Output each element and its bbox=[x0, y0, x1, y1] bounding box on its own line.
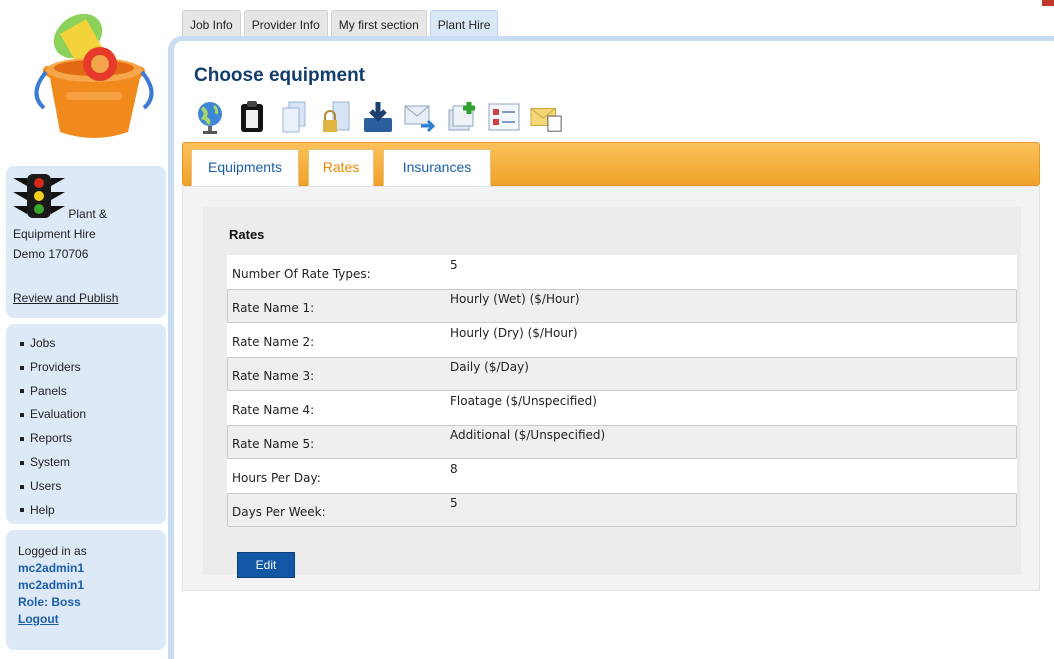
row-label: Rate Name 2: bbox=[232, 335, 315, 349]
tab-plant-hire[interactable]: Plant Hire bbox=[429, 10, 499, 38]
row-label: Rate Name 1: bbox=[232, 301, 315, 315]
tab-insurances[interactable]: Insurances bbox=[383, 149, 491, 187]
row-label: Number Of Rate Types: bbox=[232, 267, 371, 281]
row-value: Hourly (Dry) ($/Hour) bbox=[450, 326, 578, 340]
nav-item-system[interactable]: System bbox=[20, 451, 166, 475]
display-name: mc2admin1 bbox=[18, 578, 85, 592]
app-name-line2: Equipment Hire bbox=[13, 227, 96, 241]
row-label: Rate Name 5: bbox=[232, 437, 315, 451]
row-value: Additional ($/Unspecified) bbox=[450, 428, 606, 442]
rates-row-days-per-week: Days Per Week: 5 bbox=[227, 493, 1017, 527]
row-value: 5 bbox=[450, 496, 458, 510]
user-info-panel: Logged in as mc2admin1 mc2admin1 Role: B… bbox=[6, 530, 166, 650]
nav-item-help[interactable]: Help bbox=[20, 499, 166, 523]
main-nav: Jobs Providers Panels Evaluation Reports… bbox=[6, 324, 166, 524]
user-role: Role: Boss bbox=[18, 595, 81, 609]
document-lock-icon[interactable] bbox=[319, 99, 353, 135]
main-panel: Choose equipment Equipments Rates Insura… bbox=[168, 36, 1054, 659]
rates-heading: Rates bbox=[229, 227, 265, 242]
page-title: Choose equipment bbox=[194, 65, 366, 86]
nav-item-providers[interactable]: Providers bbox=[20, 356, 166, 380]
logged-in-label: Logged in as bbox=[18, 544, 87, 558]
app-info-panel: Plant & Equipment Hire Demo 170706 Revie… bbox=[6, 166, 166, 318]
tab-job-info[interactable]: Job Info bbox=[182, 10, 241, 38]
rates-row-rate-name-3: Rate Name 3: Daily ($/Day) bbox=[227, 357, 1017, 391]
nav-item-users[interactable]: Users bbox=[20, 475, 166, 499]
rates-row-rate-name-4: Rate Name 4: Floatage ($/Unspecified) bbox=[227, 391, 1017, 425]
nav-item-jobs[interactable]: Jobs bbox=[20, 332, 166, 356]
section-tabs: Job Info Provider Info My first section … bbox=[182, 10, 499, 38]
rates-row-rate-types: Number Of Rate Types: 5 bbox=[227, 255, 1017, 289]
app-logo bbox=[28, 4, 158, 144]
rates-content: Rates Number Of Rate Types: 5 Rate Name … bbox=[182, 186, 1040, 591]
row-value: Hourly (Wet) ($/Hour) bbox=[450, 292, 580, 306]
mail-forward-icon[interactable] bbox=[403, 99, 437, 135]
nav-item-evaluation[interactable]: Evaluation bbox=[20, 403, 166, 427]
row-value: 8 bbox=[450, 462, 458, 476]
row-value: 5 bbox=[450, 258, 458, 272]
download-icon[interactable] bbox=[361, 99, 395, 135]
row-value: Floatage ($/Unspecified) bbox=[450, 394, 597, 408]
review-and-publish-link[interactable]: Review and Publish bbox=[13, 291, 118, 305]
app-name-line1: Plant & bbox=[68, 207, 108, 221]
rates-row-rate-name-1: Rate Name 1: Hourly (Wet) ($/Hour) bbox=[227, 289, 1017, 323]
corner-marker bbox=[1042, 0, 1054, 6]
mail-document-icon[interactable] bbox=[529, 99, 563, 135]
rates-row-hours-per-day: Hours Per Day: 8 bbox=[227, 459, 1017, 493]
nav-item-panels[interactable]: Panels bbox=[20, 380, 166, 404]
traffic-light-icon bbox=[13, 174, 65, 224]
username: mc2admin1 bbox=[18, 561, 85, 575]
nav-item-reports[interactable]: Reports bbox=[20, 427, 166, 451]
app-name-line3: Demo 170706 bbox=[13, 247, 89, 261]
document-copy-icon[interactable] bbox=[277, 99, 311, 135]
rates-row-rate-name-2: Rate Name 2: Hourly (Dry) ($/Hour) bbox=[227, 323, 1017, 357]
globe-icon[interactable] bbox=[193, 99, 227, 135]
tab-equipments[interactable]: Equipments bbox=[191, 149, 299, 187]
clipboard-icon[interactable] bbox=[235, 99, 269, 135]
equipment-tab-bar: Equipments Rates Insurances bbox=[182, 142, 1040, 187]
logout-link[interactable]: Logout bbox=[18, 612, 59, 626]
row-label: Hours Per Day: bbox=[232, 471, 321, 485]
row-label: Rate Name 4: bbox=[232, 403, 315, 417]
row-label: Rate Name 3: bbox=[232, 369, 315, 383]
form-list-icon[interactable] bbox=[487, 99, 521, 135]
toolbar bbox=[193, 99, 563, 135]
edit-button[interactable]: Edit bbox=[237, 552, 295, 578]
row-value: Daily ($/Day) bbox=[450, 360, 529, 374]
app-name: Plant & Equipment Hire Demo 170706 bbox=[13, 174, 159, 264]
tab-provider-info[interactable]: Provider Info bbox=[243, 10, 328, 38]
add-copy-icon[interactable] bbox=[445, 99, 479, 135]
tab-rates[interactable]: Rates bbox=[308, 149, 374, 187]
rates-row-rate-name-5: Rate Name 5: Additional ($/Unspecified) bbox=[227, 425, 1017, 459]
row-label: Days Per Week: bbox=[232, 505, 326, 519]
tab-my-first-section[interactable]: My first section bbox=[330, 10, 427, 38]
rates-panel: Rates Number Of Rate Types: 5 Rate Name … bbox=[203, 207, 1021, 578]
